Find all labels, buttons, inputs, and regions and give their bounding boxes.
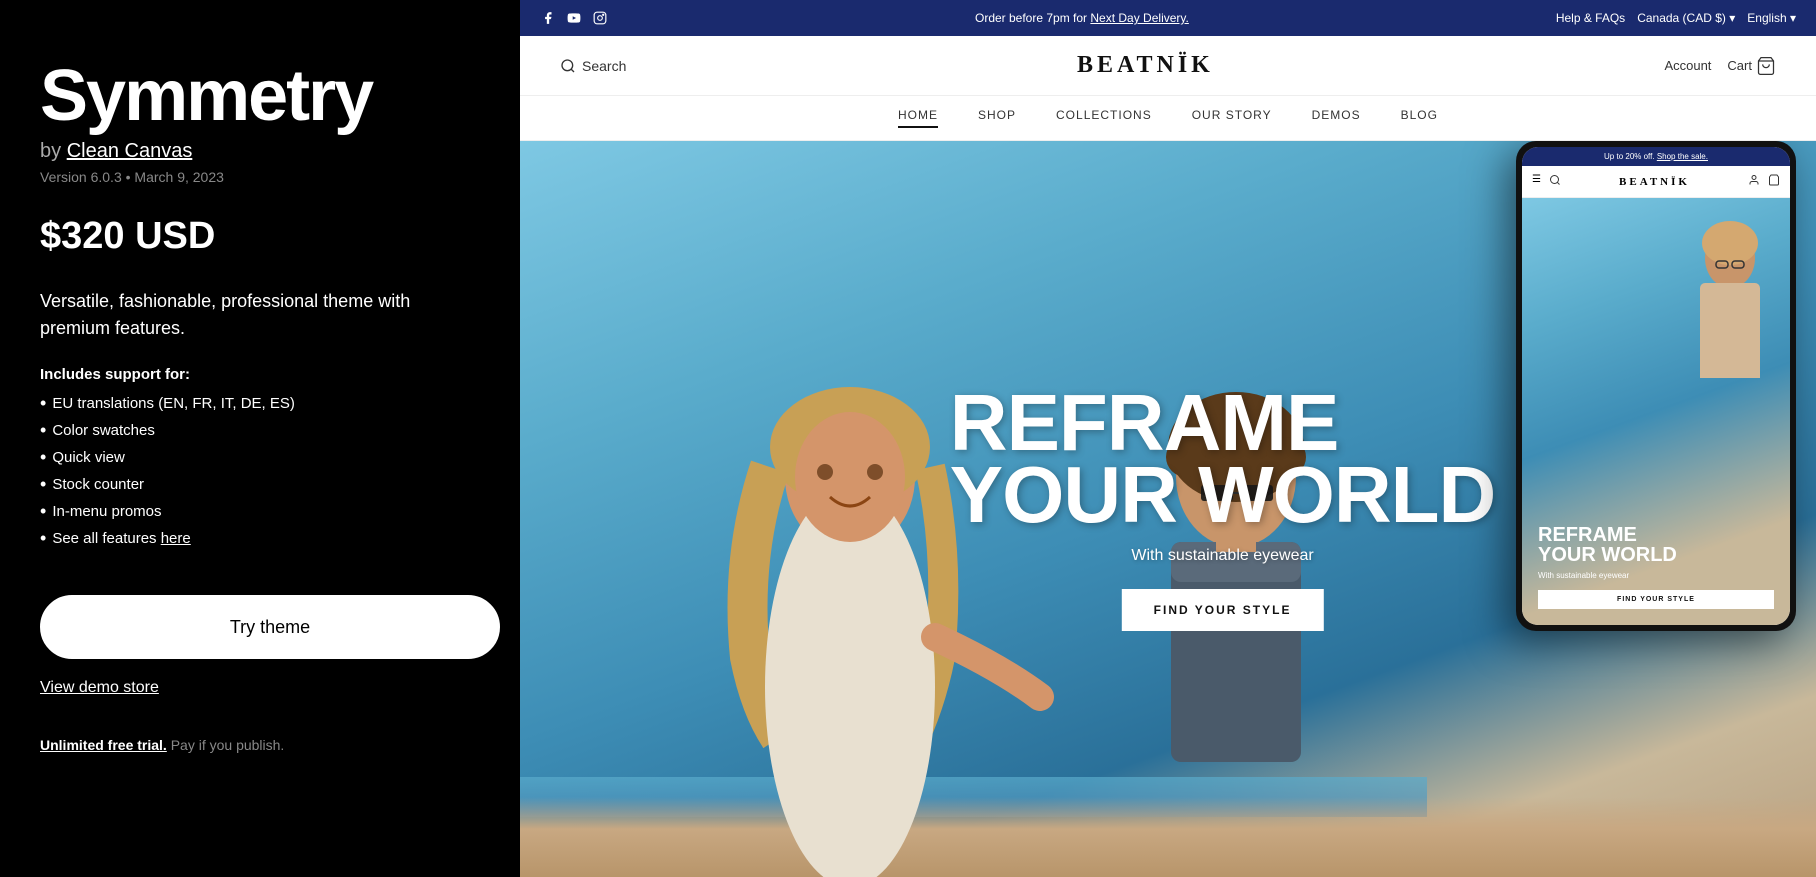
mobile-sale-link[interactable]: Shop the sale. [1657, 152, 1708, 161]
mobile-preview: Up to 20% off. Shop the sale. ☰ BEATNÏK [1516, 141, 1796, 631]
store-topbar: Order before 7pm for Next Day Delivery. … [520, 0, 1816, 36]
nav-shop[interactable]: SHOP [978, 108, 1016, 128]
feature-1: EU translations (EN, FR, IT, DE, ES) [40, 393, 480, 414]
cart-icon [1756, 56, 1776, 76]
mobile-cart-icon[interactable] [1768, 174, 1780, 189]
theme-title: Symmetry [40, 60, 480, 132]
left-panel: Symmetry by Clean Canvas Version 6.0.3 •… [0, 0, 520, 877]
features-link[interactable]: here [161, 530, 191, 547]
facebook-icon [540, 10, 556, 26]
feature-4: Stock counter [40, 474, 480, 495]
hero-cta-button[interactable]: FIND YOUR STYLE [1122, 589, 1324, 631]
store-preview: Order before 7pm for Next Day Delivery. … [520, 0, 1816, 877]
feature-5: In-menu promos [40, 501, 480, 522]
mobile-hamburger-icon[interactable]: ☰ [1532, 174, 1541, 189]
instagram-icon [592, 10, 608, 26]
store-hero: REFRAME YOUR WORLD With sustainable eyew… [520, 141, 1816, 877]
mobile-hero-heading: REFRAME YOUR WORLD [1538, 525, 1774, 565]
free-trial-text: Unlimited free trial. Pay if you publish… [40, 737, 480, 753]
theme-by: by Clean Canvas [40, 140, 480, 163]
view-demo-button[interactable]: View demo store [40, 679, 480, 697]
feature-2: Color swatches [40, 420, 480, 441]
store-actions: Account Cart [1664, 56, 1776, 76]
mobile-person-figure [1680, 218, 1780, 378]
nav-our-story[interactable]: OUR STORY [1192, 108, 1272, 128]
language-selector[interactable]: English ▾ [1747, 11, 1796, 25]
mobile-logo: BEATNÏK [1619, 176, 1690, 188]
country-selector[interactable]: Canada (CAD $) ▾ [1637, 11, 1735, 25]
nav-home[interactable]: HOME [898, 108, 938, 128]
feature-3: Quick view [40, 447, 480, 468]
right-panel: Order before 7pm for Next Day Delivery. … [520, 0, 1816, 877]
mobile-account-icon[interactable] [1748, 174, 1760, 189]
nav-blog[interactable]: BLOG [1401, 108, 1438, 128]
feature-6: See all features here [40, 528, 480, 549]
mobile-search-icon[interactable] [1549, 174, 1561, 189]
nav-demos[interactable]: DEMOS [1312, 108, 1361, 128]
author-link[interactable]: Clean Canvas [67, 140, 193, 162]
theme-description: Versatile, fashionable, professional the… [40, 288, 480, 342]
cart-link[interactable]: Cart [1727, 56, 1776, 76]
includes-label: Includes support for: [40, 366, 480, 383]
mobile-screen: Up to 20% off. Shop the sale. ☰ BEATNÏK [1522, 147, 1790, 625]
mobile-topbar: Up to 20% off. Shop the sale. [1522, 147, 1790, 166]
youtube-icon [566, 10, 582, 26]
search-icon [560, 58, 576, 74]
mobile-hero: REFRAME YOUR WORLD With sustainable eyew… [1522, 198, 1790, 625]
mobile-action-icons [1748, 174, 1780, 189]
delivery-link[interactable]: Next Day Delivery. [1090, 11, 1188, 25]
mobile-menu-icons: ☰ [1532, 174, 1561, 189]
hero-heading: REFRAME YOUR WORLD [950, 387, 1496, 531]
nav-collections[interactable]: COLLECTIONS [1056, 108, 1152, 128]
mobile-hero-cta-button[interactable]: FIND YOUR STYLE [1538, 590, 1774, 609]
features-list: EU translations (EN, FR, IT, DE, ES) Col… [40, 393, 480, 555]
hero-subheading: With sustainable eyewear [950, 547, 1496, 565]
hero-text: REFRAME YOUR WORLD With sustainable eyew… [950, 387, 1496, 631]
topbar-right: Help & FAQs Canada (CAD $) ▾ English ▾ [1556, 11, 1796, 25]
topbar-social [540, 10, 608, 26]
help-link[interactable]: Help & FAQs [1556, 11, 1625, 25]
mobile-hero-subheading: With sustainable eyewear [1538, 571, 1774, 580]
topbar-announcement: Order before 7pm for Next Day Delivery. [975, 11, 1189, 25]
store-header: Search BEATNÏK Account Cart [520, 36, 1816, 96]
try-theme-button[interactable]: Try theme [40, 595, 500, 659]
unlimited-trial-link[interactable]: Unlimited free trial. [40, 737, 167, 753]
account-link[interactable]: Account [1664, 58, 1711, 73]
mobile-header: ☰ BEATNÏK [1522, 166, 1790, 198]
theme-price: $320 USD [40, 215, 480, 258]
theme-version: Version 6.0.3 • March 9, 2023 [40, 169, 480, 185]
store-nav: HOME SHOP COLLECTIONS OUR STORY DEMOS BL… [520, 96, 1816, 141]
store-logo: BEATNÏK [1077, 52, 1214, 79]
store-search[interactable]: Search [560, 58, 626, 74]
